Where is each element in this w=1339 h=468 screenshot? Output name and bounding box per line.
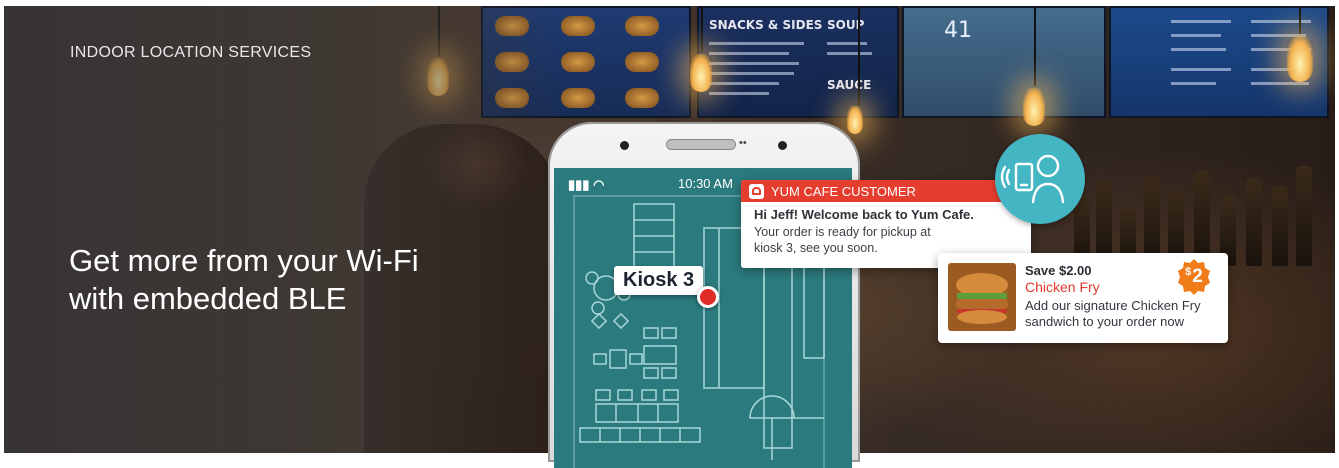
hero-headline: Get more from your Wi-Fi with embedded B… [69,243,419,316]
notification-header: YUM CAFE CUSTOMER [741,180,1031,202]
badge-value: 2 [1192,266,1203,287]
menu-board-specials: 41 [902,6,1106,118]
bar-bottles [1064,156,1334,266]
chicken-fry-sandwich-image [948,263,1016,331]
notification-title: Hi Jeff! Welcome back to Yum Cafe. [754,207,974,222]
hanging-bulb [847,106,863,134]
sauce-board-title: SAUCE [827,78,872,92]
offer-product-name: Chicken Fry [1025,279,1100,295]
offer-savings: Save $2.00 [1025,263,1092,278]
notification-body: Your order is ready for pickup at kiosk … [754,225,931,255]
burger-icon [749,183,764,199]
snacks-board-title: SNACKS & SIDES [709,18,823,32]
badge-currency: $ [1185,266,1192,278]
offer-card[interactable]: Save $2.00 Chicken Fry Add our signature… [938,253,1228,343]
menu-board-snacks: SNACKS & SIDES SOUP SAUCE [697,6,899,118]
hanging-bulb [1023,88,1045,126]
notification-app-name: YUM CAFE CUSTOMER [771,183,916,199]
hanging-bulb [690,54,712,92]
hanging-bulb [1287,36,1313,82]
location-pin-icon[interactable] [697,286,719,308]
phone-sensor-dots: •• [739,137,747,149]
board-number: 41 [944,18,972,43]
price-badge-icon: $2 [1175,258,1213,296]
person-with-phone-icon [995,134,1085,224]
text-overlay-gradient [4,6,564,453]
kiosk-label[interactable]: Kiosk 3 [614,266,704,295]
offer-description: Add our signature Chicken Fry sandwich t… [1025,298,1201,329]
phone-speaker [666,139,736,150]
eyebrow-label: INDOOR LOCATION SERVICES [70,44,312,61]
phone-front-camera [778,141,787,150]
phone-camera [620,141,629,150]
